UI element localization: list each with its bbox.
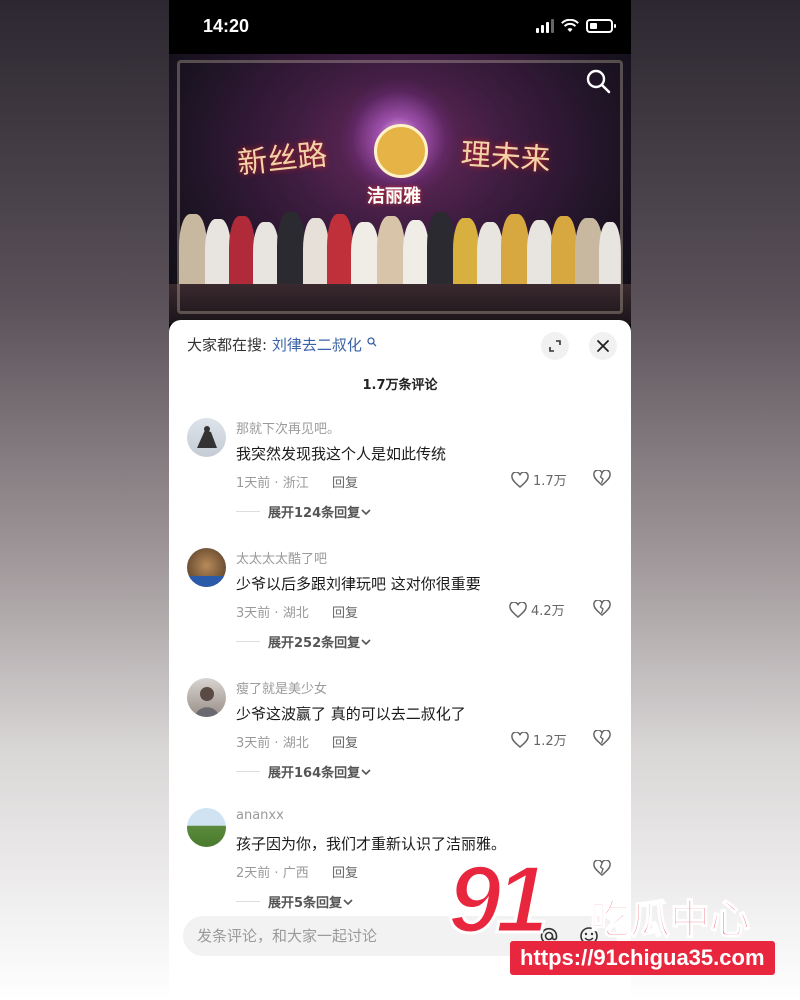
like-button[interactable]: 4.2万 — [509, 600, 565, 619]
chevron-down-icon — [361, 508, 371, 515]
reply-button[interactable]: 回复 — [332, 602, 358, 621]
comment-location: 湖北 — [282, 736, 309, 751]
status-time: 14:20 — [203, 16, 250, 36]
comment-time: 3天前 — [236, 606, 271, 621]
watermark-number: 91 — [447, 845, 551, 955]
comment-meta: 3天前 · 湖北 — [236, 606, 309, 621]
chevron-down-icon — [343, 898, 353, 905]
reply-button[interactable]: 回复 — [332, 862, 358, 881]
comment-meta: 3天前 · 湖北 — [236, 736, 309, 751]
comment-item: 瘦了就是美少女 少爷这波赢了 真的可以去二叔化了 3天前 · 湖北 回复 1.2… — [169, 678, 631, 798]
broken-heart-icon[interactable] — [593, 470, 611, 486]
expand-replies-label: 展开252条回复 — [268, 636, 361, 651]
like-button[interactable]: 1.7万 — [511, 470, 567, 489]
avatar[interactable] — [187, 418, 226, 457]
comment-item: 那就下次再见吧。 我突然发现我这个人是如此传统 1天前 · 浙江 回复 1.7万… — [169, 418, 631, 538]
expand-replies-label: 展开124条回复 — [268, 506, 361, 521]
small-search-icon — [366, 337, 377, 347]
close-icon — [597, 340, 609, 352]
divider-line — [236, 901, 260, 902]
wifi-icon — [561, 19, 579, 32]
expand-icon — [549, 340, 561, 352]
expand-replies-label: 展开164条回复 — [268, 766, 361, 781]
expand-replies[interactable]: 展开124条回复 — [236, 502, 372, 521]
comment-meta: 1天前 · 浙江 — [236, 476, 309, 491]
heart-icon — [511, 471, 529, 488]
expand-replies[interactable]: 展开164条回复 — [236, 762, 372, 781]
trending-search-prefix: 大家都在搜: — [187, 336, 268, 354]
trending-search[interactable]: 大家都在搜: 刘律去二叔化 — [187, 334, 377, 355]
comment-time: 3天前 — [236, 736, 271, 751]
comment-location: 广西 — [282, 866, 309, 881]
site-watermark: 91 吃瓜中心 https://91chigua35.com — [440, 845, 790, 980]
comment-meta: 2天前 · 广西 — [236, 866, 309, 881]
watermark-url: https://91chigua35.com — [510, 941, 775, 975]
avatar[interactable] — [187, 548, 226, 587]
avatar[interactable] — [187, 808, 226, 847]
video-frame-border — [177, 60, 623, 314]
comment-text: 我突然发现我这个人是如此传统 — [236, 445, 447, 463]
like-count: 4.2万 — [531, 604, 565, 619]
like-count: 1.2万 — [533, 734, 567, 749]
status-bar: 14:20 — [169, 0, 631, 54]
search-icon[interactable] — [583, 66, 613, 96]
comment-time: 2天前 — [236, 866, 271, 881]
avatar[interactable] — [187, 678, 226, 717]
comment-username[interactable]: 瘦了就是美少女 — [236, 678, 327, 697]
comment-location: 湖北 — [282, 606, 309, 621]
chevron-down-icon — [361, 768, 371, 775]
reply-button[interactable]: 回复 — [332, 732, 358, 751]
video-player[interactable]: 新丝路 理未来 洁丽雅 — [169, 54, 631, 324]
divider-line — [236, 641, 260, 642]
expand-replies[interactable]: 展开252条回复 — [236, 632, 372, 651]
reply-button[interactable]: 回复 — [332, 472, 358, 491]
close-button[interactable] — [589, 332, 617, 360]
expand-button[interactable] — [541, 332, 569, 360]
comments-count: 1.7万条评论 — [362, 378, 438, 393]
like-button[interactable]: 1.2万 — [511, 730, 567, 749]
expand-replies[interactable]: 展开5条回复 — [236, 892, 354, 911]
trending-search-term[interactable]: 刘律去二叔化 — [272, 336, 362, 354]
broken-heart-icon[interactable] — [593, 600, 611, 616]
divider-line — [236, 771, 260, 772]
comment-text: 少爷这波赢了 真的可以去二叔化了 — [236, 705, 466, 723]
comment-username[interactable]: 那就下次再见吧。 — [236, 418, 340, 437]
expand-replies-label: 展开5条回复 — [268, 896, 343, 911]
heart-icon — [509, 601, 527, 618]
comment-username[interactable]: ananxx — [236, 808, 284, 823]
comment-text: 少爷以后多跟刘律玩吧 这对你很重要 — [236, 575, 481, 593]
like-count: 1.7万 — [533, 474, 567, 489]
heart-icon — [511, 731, 529, 748]
status-icons — [536, 19, 616, 33]
comment-item: 太太太太酷了吧 少爷以后多跟刘律玩吧 这对你很重要 3天前 · 湖北 回复 4.… — [169, 548, 631, 668]
battery-icon — [586, 19, 616, 33]
broken-heart-icon[interactable] — [593, 730, 611, 746]
comment-time: 1天前 — [236, 476, 271, 491]
cellular-signal-icon — [536, 19, 554, 33]
chevron-down-icon — [361, 638, 371, 645]
comment-location: 浙江 — [282, 476, 309, 491]
watermark-name: 吃瓜中心 — [589, 896, 751, 944]
divider-line — [236, 511, 260, 512]
comment-username[interactable]: 太太太太酷了吧 — [236, 548, 327, 567]
